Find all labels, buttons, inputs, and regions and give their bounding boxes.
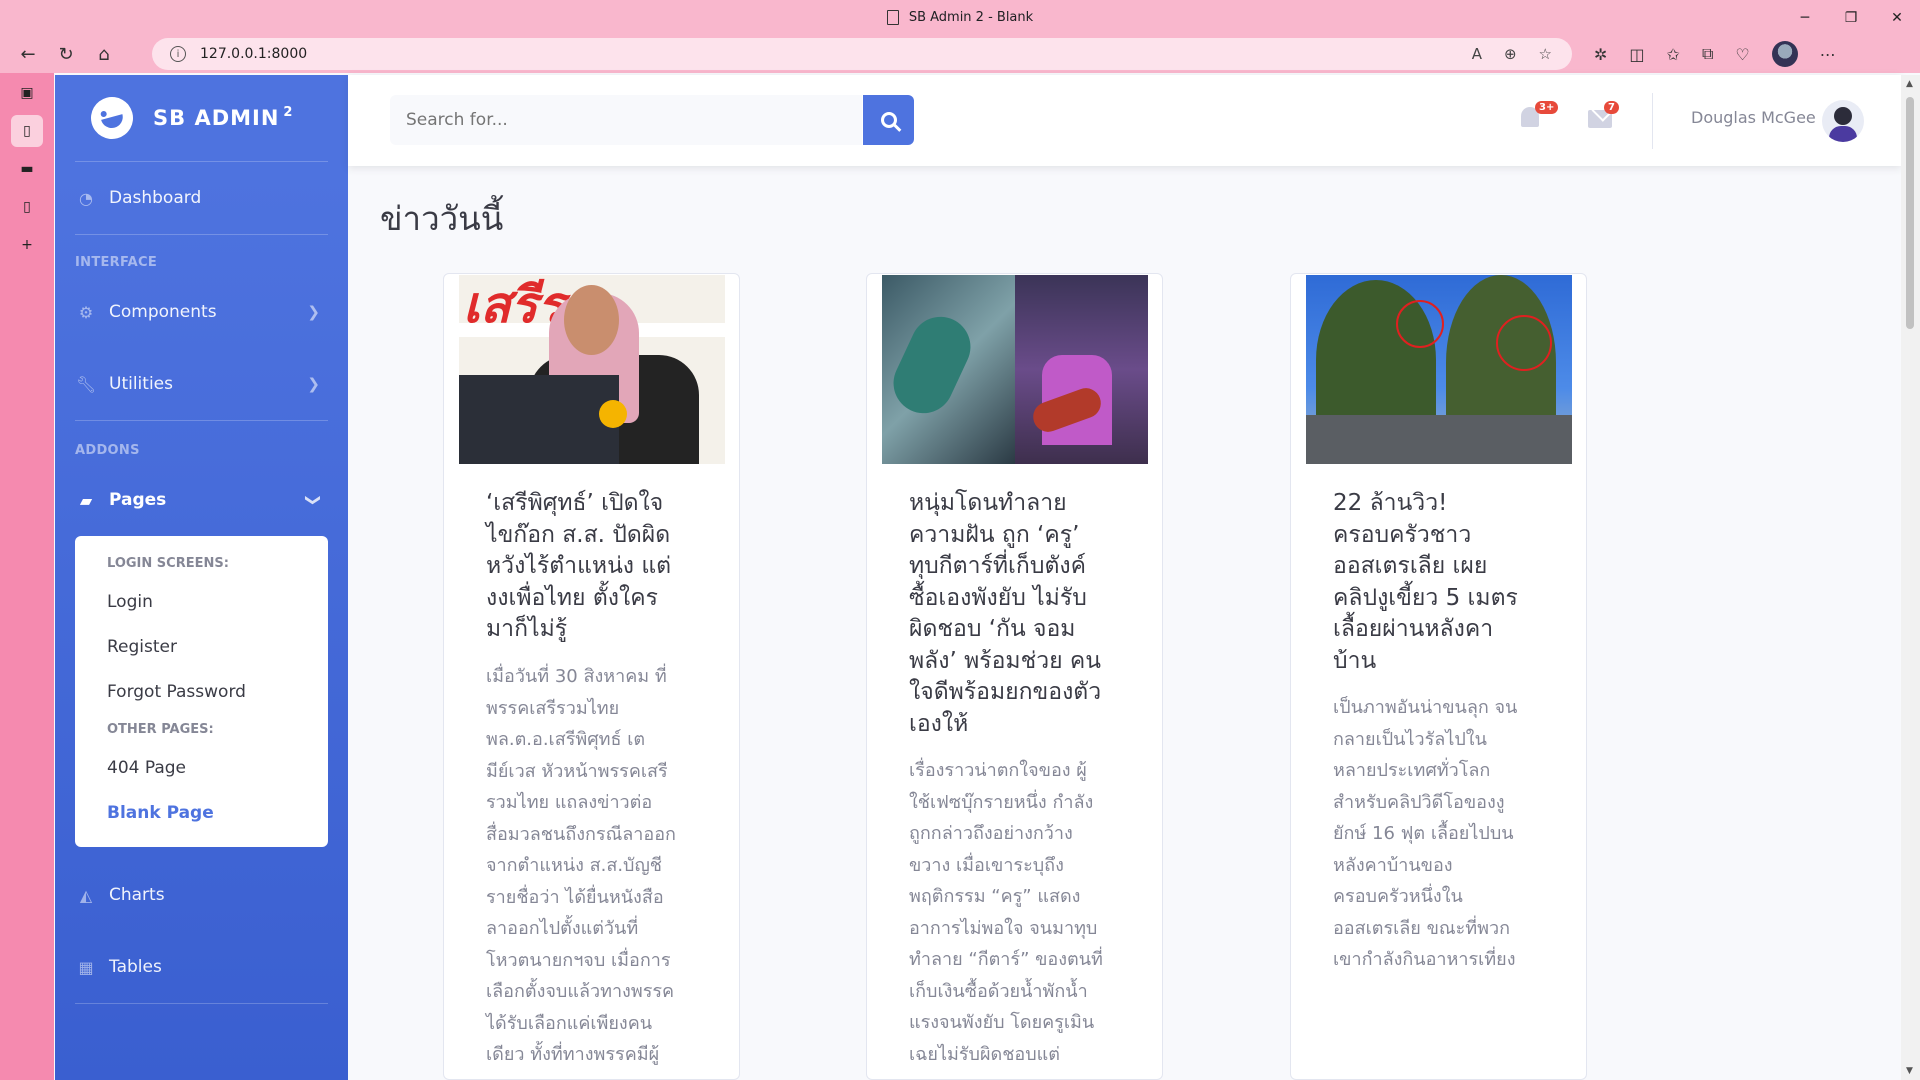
sidebar-item-charts[interactable]: ◭ Charts: [55, 859, 348, 931]
tab-page-icon-2[interactable]: ▯: [11, 191, 43, 223]
read-aloud-icon[interactable]: A: [1472, 45, 1482, 63]
scrollbar-thumb[interactable]: [1906, 97, 1914, 329]
search-input[interactable]: [390, 95, 862, 145]
news-image[interactable]: [882, 275, 1148, 464]
sidebar-heading-addons: ADDONS: [75, 443, 140, 458]
messages-button[interactable]: 7: [1588, 101, 1619, 128]
news-image[interactable]: [1306, 275, 1572, 464]
close-button[interactable]: ✕: [1874, 0, 1920, 35]
address-bar-icons: A ⊕ ☆: [1472, 38, 1552, 70]
sidebar-item-components[interactable]: ⚙ Components ❯: [55, 276, 348, 348]
collapse-item-login[interactable]: Login: [75, 579, 328, 624]
user-name[interactable]: Douglas McGee: [1691, 108, 1816, 127]
tab-page-icon[interactable]: ▯: [11, 115, 43, 147]
page-scrollbar[interactable]: ▲ ▼: [1901, 75, 1920, 1080]
chevron-down-icon: ❯: [304, 493, 323, 507]
news-card[interactable]: 22 ล้านวิว! ครอบครัวชาว ออสเตรเลีย เผย คลิป…: [1290, 273, 1587, 1080]
performance-icon[interactable]: ♡: [1735, 45, 1749, 64]
alerts-badge: 3+: [1535, 101, 1559, 114]
collapse-heading: OTHER PAGES:: [107, 722, 214, 737]
topbar: 3+ 7 Douglas McGee: [348, 75, 1901, 166]
favorites-icon[interactable]: ✩: [1667, 45, 1680, 64]
news-title[interactable]: ‘เสรีพิศุทธ์’ เปิดใจ ไขก๊อก ส.ส. ปัดผิด หว…: [486, 488, 716, 646]
tab-site-icon[interactable]: ▬: [11, 153, 43, 185]
pages-collapse-menu: LOGIN SCREENS: Login Register Forgot Pas…: [75, 536, 328, 847]
home-icon[interactable]: ⌂: [86, 36, 122, 72]
extensions-icon[interactable]: ✲: [1594, 45, 1607, 64]
minimize-button[interactable]: ─: [1782, 0, 1828, 35]
browser-tools: ✲ ◫ ✩ ⧉ ♡ ⋯: [1594, 35, 1836, 73]
sidebar-item-label: Utilities: [109, 374, 173, 394]
more-menu-icon[interactable]: ⋯: [1820, 45, 1836, 64]
split-screen-icon[interactable]: ◫: [1629, 45, 1644, 64]
address-bar[interactable]: i 127.0.0.1:8000 A ⊕ ☆: [152, 38, 1572, 70]
folder-icon: ▰: [79, 490, 93, 510]
chevron-right-icon: ❯: [307, 303, 320, 321]
window-title: SB Admin 2 - Blank: [908, 10, 1034, 25]
sidebar-item-label: Components: [109, 302, 217, 322]
brand-sup: 2: [283, 104, 294, 120]
browser-toolbar: ← ↻ ⌂ i 127.0.0.1:8000 A ⊕ ☆ ✲ ◫ ✩ ⧉ ♡ ⋯: [0, 35, 1920, 73]
refresh-icon[interactable]: ↻: [48, 36, 84, 72]
collections-icon[interactable]: ⧉: [1702, 44, 1713, 64]
wrench-icon: 🔧︎: [75, 374, 97, 394]
url-text: 127.0.0.1:8000: [200, 46, 308, 62]
tab-actions-icon[interactable]: ▣: [11, 77, 43, 109]
back-icon[interactable]: ←: [10, 36, 46, 72]
news-excerpt: เป็นภาพอันน่าขนลุก จน กลายเป็นไวรัลไปใน หล…: [1333, 697, 1518, 970]
sidebar-item-utilities[interactable]: 🔧︎ Utilities ❯: [55, 348, 348, 420]
sidebar: SB ADMIN 2 ◔ Dashboard INTERFACE ⚙ Compo…: [55, 75, 348, 1080]
chart-area-icon: ◭: [79, 885, 93, 905]
sidebar-item-label: Pages: [109, 490, 167, 510]
sidebar-item-dashboard[interactable]: ◔ Dashboard: [55, 162, 348, 234]
profile-avatar[interactable]: [1771, 41, 1798, 67]
news-card[interactable]: หนุ่มโดนทำลาย ความฝัน ถูก ‘ครู’ ทุบกีตาร์ท…: [866, 273, 1163, 1080]
sidebar-item-pages[interactable]: ▰ Pages ❯: [55, 464, 348, 536]
messages-badge: 7: [1604, 101, 1619, 114]
search-button[interactable]: [863, 95, 914, 145]
news-excerpt: เรื่องราวน่าตกใจของ ผู้ ใช้เฟซบุ๊กรายหนึ่…: [909, 760, 1103, 1065]
table-icon: ▦: [78, 957, 94, 977]
cog-icon: ⚙: [78, 302, 94, 322]
sidebar-divider: [75, 1003, 328, 1004]
browser-vertical-tabs: ▣ ▯ ▬ ▯ +: [0, 73, 54, 1080]
page-icon: [886, 10, 899, 25]
news-title[interactable]: 22 ล้านวิว! ครอบครัวชาว ออสเตรเลีย เผย คลิป…: [1333, 488, 1563, 677]
brand-text: SB ADMIN: [153, 106, 280, 130]
laugh-wink-icon: [86, 92, 138, 144]
sidebar-item-label: Dashboard: [109, 188, 202, 208]
collapse-item-forgot-password[interactable]: Forgot Password: [75, 669, 328, 714]
sidebar-item-tables[interactable]: ▦ Tables: [55, 931, 348, 1003]
news-excerpt: เมื่อวันที่ 30 สิงหาคม ที่ พรรคเสรีรวมไทย…: [486, 666, 676, 1065]
collapse-item-404[interactable]: 404 Page: [75, 745, 328, 790]
collapse-item-register[interactable]: Register: [75, 624, 328, 669]
scroll-up-icon[interactable]: ▲: [1906, 79, 1913, 89]
collapse-heading: LOGIN SCREENS:: [107, 556, 229, 571]
user-avatar[interactable]: [1822, 100, 1864, 142]
topbar-divider: [1652, 93, 1653, 149]
window-controls: ─ ❐ ✕: [1782, 0, 1920, 35]
zoom-icon[interactable]: ⊕: [1504, 45, 1517, 63]
favorite-star-icon[interactable]: ☆: [1539, 45, 1552, 63]
tachometer-icon: ◔: [79, 188, 93, 208]
page-title: ข่าววันนี้: [380, 199, 504, 238]
news-card[interactable]: เสรีร ‘เสรีพิศุทธ์’ เปิดใจ ไขก๊อก ส.ส. ปั…: [443, 273, 740, 1080]
news-title[interactable]: หนุ่มโดนทำลาย ความฝัน ถูก ‘ครู’ ทุบกีตาร์ท…: [909, 488, 1139, 740]
sidebar-item-label: Charts: [109, 885, 165, 905]
info-icon[interactable]: i: [170, 46, 186, 62]
chevron-right-icon: ❯: [307, 375, 320, 393]
news-image[interactable]: เสรีร: [459, 275, 725, 464]
search-icon: [880, 112, 897, 128]
sidebar-item-label: Tables: [109, 957, 162, 977]
scroll-down-icon[interactable]: ▼: [1906, 1066, 1913, 1076]
maximize-button[interactable]: ❐: [1828, 0, 1874, 35]
collapse-item-blank[interactable]: Blank Page: [75, 790, 328, 835]
alerts-button[interactable]: 3+: [1521, 101, 1559, 131]
sidebar-heading-interface: INTERFACE: [75, 255, 158, 270]
new-tab-icon[interactable]: +: [11, 229, 43, 261]
sidebar-brand[interactable]: SB ADMIN 2: [55, 75, 348, 161]
browser-titlebar: SB Admin 2 - Blank ─ ❐ ✕: [0, 0, 1920, 35]
